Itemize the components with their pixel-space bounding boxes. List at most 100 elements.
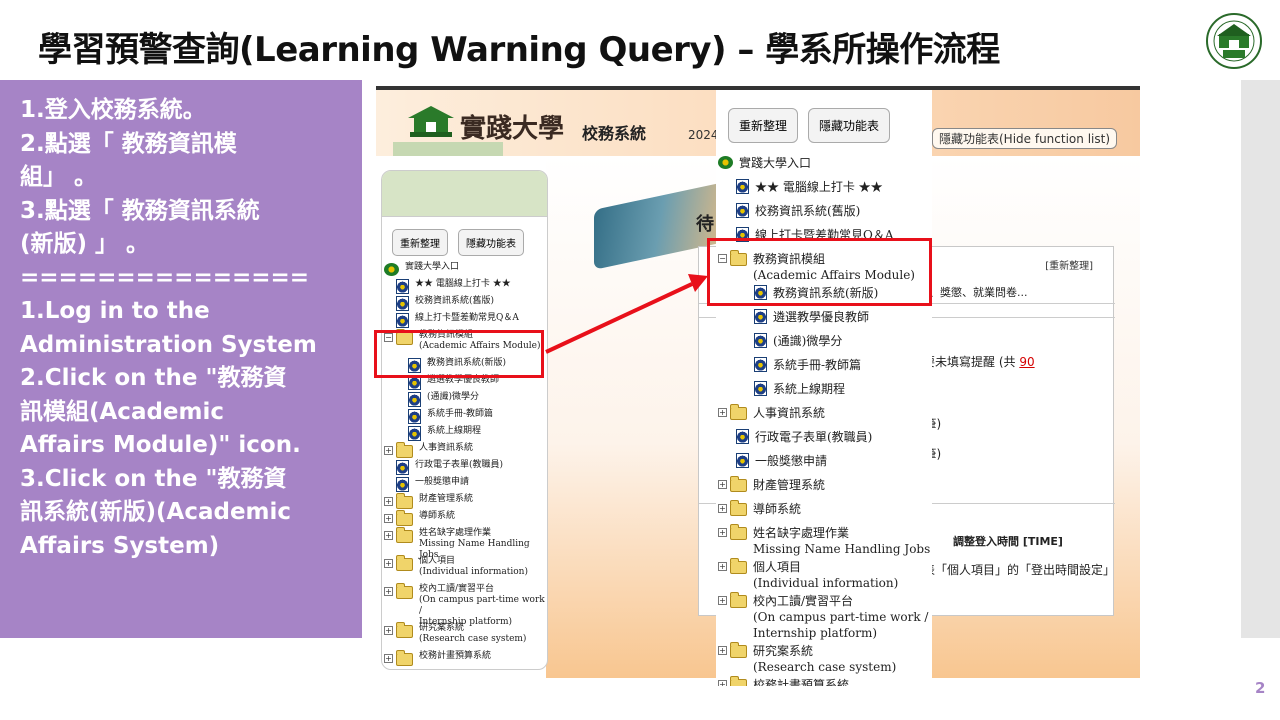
expand-icon: +: [384, 531, 393, 540]
menu-item-missing-name[interactable]: + 姓名缺字處理作業 Missing Name Handling Jobs: [718, 524, 932, 559]
expand-icon: +: [384, 587, 393, 596]
mini-item-clock-in[interactable]: ★★ 電腦線上打卡 ★★: [384, 279, 547, 296]
menu-item-portal[interactable]: 實踐大學入口: [718, 155, 932, 179]
folder-icon: [730, 676, 747, 686]
menu-item-property[interactable]: + 財產管理系統: [718, 476, 932, 501]
instruction-line: Affairs System): [20, 532, 220, 559]
folder-icon: [730, 642, 747, 658]
folder-icon: [730, 500, 747, 516]
expand-icon: +: [718, 562, 727, 571]
folder-icon: [730, 592, 747, 608]
instruction-line: 3.點選「 教務資訊系統: [20, 197, 260, 224]
expand-icon: +: [384, 654, 393, 663]
page-icon: [754, 357, 767, 372]
mini-item-schedule[interactable]: 系統上線期程: [384, 426, 547, 443]
instruction-line: Affairs Module)" icon.: [20, 432, 301, 458]
instruction-line: 1.登入校務系統。: [20, 97, 206, 123]
refresh-button[interactable]: 重新整理: [728, 108, 799, 143]
mini-item-property[interactable]: + 財產管理系統: [384, 493, 547, 511]
folder-icon: [396, 442, 413, 458]
expand-icon: +: [718, 480, 727, 489]
menu-item-personal[interactable]: + 個人項目 (Individual information): [718, 558, 932, 593]
page-icon: [736, 179, 749, 194]
page-icon: [736, 453, 749, 468]
mini-item-part-time[interactable]: + 校內工讀/實習平台 (On campus part-time work / I…: [384, 583, 547, 627]
menu-item-old-system[interactable]: 校務資訊系統(舊版): [718, 203, 932, 227]
instruction-line: (新版) 」 。: [20, 231, 150, 257]
mini-function-menu: 重新整理 隱藏功能表 實踐大學入口 ★★ 電腦線上打卡 ★★ 校務資訊系統(舊版…: [381, 170, 548, 670]
login-time-desc: 能表「個人項目」的「登出時間設定」: [911, 563, 1116, 577]
expand-icon: +: [384, 626, 393, 635]
menu-item-budget[interactable]: + 校務計畫預算系統: [718, 676, 932, 686]
system-name: 校務系統: [582, 124, 647, 143]
mini-hide-menu-button[interactable]: 隱藏功能表: [458, 229, 524, 256]
page-icon: [408, 426, 421, 441]
instruction-line: Administration System: [20, 331, 317, 358]
mini-item-old-system[interactable]: 校務資訊系統(舊版): [384, 296, 547, 313]
hide-menu-button[interactable]: 隱藏功能表: [808, 108, 891, 143]
folder-icon: [730, 404, 747, 420]
mini-item-micro-credit[interactable]: (通識)微學分: [384, 392, 547, 409]
expand-icon: +: [384, 514, 393, 523]
folder-icon: [396, 493, 413, 509]
mini-item-budget[interactable]: + 校務計畫預算系統: [384, 650, 547, 668]
expand-icon: +: [718, 408, 727, 417]
mini-item-teacher-manual[interactable]: 系統手冊-教師篇: [384, 409, 547, 426]
folder-icon: [396, 510, 413, 526]
menu-item-clock-in[interactable]: ★★ 電腦線上打卡 ★★: [718, 179, 932, 203]
menu-item-micro-credit[interactable]: (通識)微學分: [718, 333, 932, 357]
instruction-line: 2.Click on the "教務資: [20, 365, 287, 391]
expand-icon: +: [718, 528, 727, 537]
instruction-line: 3.Click on the "教務資: [20, 465, 287, 492]
mini-item-reward[interactable]: 一般獎懲申請: [384, 477, 547, 494]
page-icon: [736, 203, 749, 218]
page-icon: [754, 381, 767, 396]
system-year: 2024: [688, 128, 719, 142]
page-number: 2: [1255, 679, 1266, 697]
menu-item-teacher-manual[interactable]: 系統手冊-教師篇: [718, 357, 932, 381]
menu-item-select-teacher[interactable]: 遴選教學優良教師: [718, 309, 932, 333]
page-icon: [396, 313, 409, 328]
menu-item-part-time[interactable]: + 校內工讀/實習平台 (On campus part-time work / I…: [718, 592, 932, 643]
mini-item-research[interactable]: + 研究案系統 (Research case system): [384, 622, 547, 651]
expand-icon: +: [718, 596, 727, 605]
page-icon: [396, 460, 409, 475]
menu-item-eform[interactable]: 行政電子表單(教職員): [718, 429, 932, 453]
page-icon: [408, 392, 421, 407]
hide-function-list-link[interactable]: 隱藏功能表(Hide function list): [932, 128, 1117, 149]
menu-item-hr[interactable]: + 人事資訊系統: [718, 404, 932, 429]
mini-item-missing-name[interactable]: + 姓名缺字處理作業 Missing Name Handling Jobs: [384, 527, 547, 560]
expand-icon: +: [718, 504, 727, 513]
folder-icon: [396, 583, 413, 599]
instruction-separator: ===============: [20, 264, 310, 291]
mini-menu-tree: 實踐大學入口 ★★ 電腦線上打卡 ★★ 校務資訊系統(舊版) 線上打卡暨差勤常見…: [382, 256, 547, 668]
mini-item-personal[interactable]: + 個人項目 (Individual information): [384, 555, 547, 584]
highlight-box-small: [374, 330, 544, 378]
menu-item-reward[interactable]: 一般獎懲申請: [718, 453, 932, 477]
notice-refresh-link[interactable]: [重新整理]: [1045, 257, 1093, 272]
mini-item-hr[interactable]: + 人事資訊系統: [384, 442, 547, 460]
instruction-line: 1.Log in to the: [20, 298, 210, 324]
mini-item-eform[interactable]: 行政電子表單(教職員): [384, 460, 547, 477]
notice-count-link[interactable]: 90: [1019, 355, 1034, 369]
menu-item-schedule[interactable]: 系統上線期程: [718, 381, 932, 405]
menu-item-tutor[interactable]: + 導師系統: [718, 500, 932, 525]
folder-icon: [730, 476, 747, 492]
folder-icon: [396, 650, 413, 666]
folder-icon: [730, 558, 747, 574]
folder-icon: [396, 555, 413, 571]
page-icon: [754, 333, 767, 348]
menu-item-research[interactable]: + 研究案系統 (Research case system): [718, 642, 932, 677]
mini-refresh-button[interactable]: 重新整理: [392, 229, 448, 256]
mini-menu-header: [382, 171, 547, 217]
mini-item-tutor[interactable]: + 導師系統: [384, 510, 547, 528]
right-decor-strip: [1241, 80, 1280, 638]
instruction-line: 2.點選「 教務資訊模: [20, 130, 237, 157]
mini-item-portal[interactable]: 實踐大學入口: [384, 262, 547, 279]
page-icon: [408, 409, 421, 424]
mini-item-faq[interactable]: 線上打卡暨差勤常見Q＆A: [384, 313, 547, 330]
page-icon: [736, 429, 749, 444]
expand-icon: +: [384, 559, 393, 568]
portal-icon: [718, 156, 733, 169]
instruction-line: 訊模組(Academic: [20, 398, 225, 425]
